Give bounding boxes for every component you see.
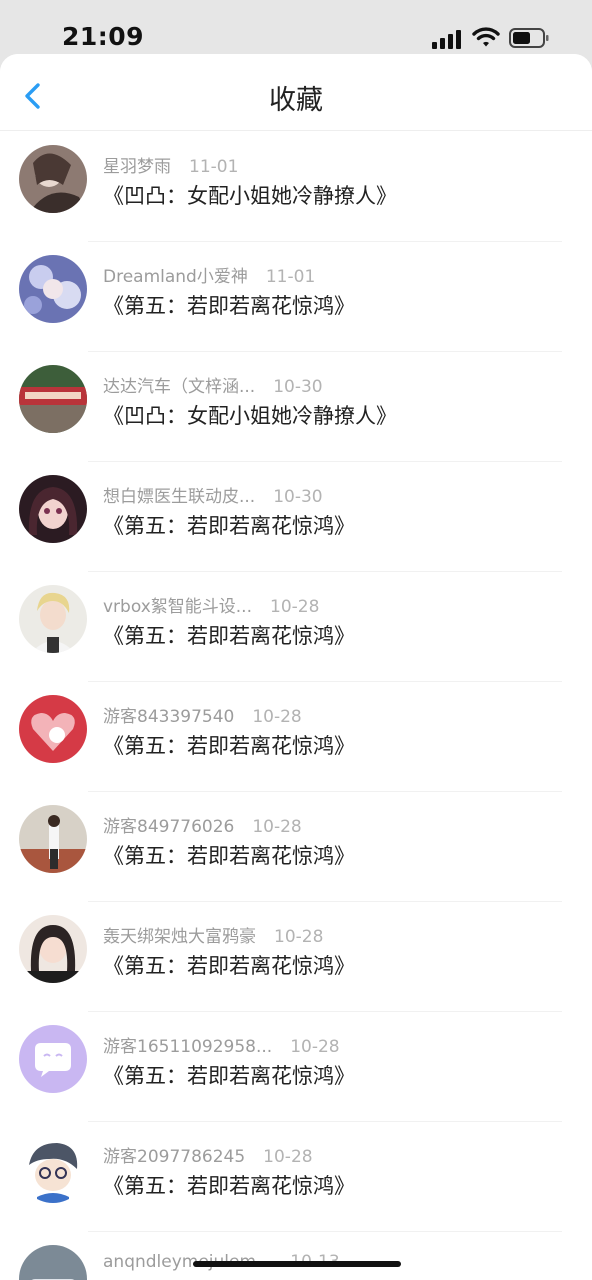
favorite-item[interactable]: anqndleymejulem...10-13 xyxy=(0,1232,592,1280)
username[interactable]: vrbox絮智能斗设... xyxy=(103,597,252,617)
username[interactable]: Dreamland小爱神 xyxy=(103,267,248,287)
home-indicator xyxy=(193,1261,401,1267)
favorite-date: 10-28 xyxy=(252,707,302,727)
avatar[interactable] xyxy=(19,805,87,873)
favorite-date: 10-30 xyxy=(273,487,323,507)
page-title: 收藏 xyxy=(269,85,323,116)
favorite-item[interactable]: 游客849776026 10-28 《第五：若即若离花惊鸿》 xyxy=(0,792,592,902)
favorite-meta: 轰天绑架烛大富鸦豪 10-28 xyxy=(103,922,323,947)
doll-avatar xyxy=(19,475,87,543)
anime-avatar xyxy=(19,255,87,323)
username[interactable]: 游客843397540 xyxy=(103,707,234,727)
avatar[interactable] xyxy=(19,475,87,543)
favorite-meta: 游客2097786245 10-28 xyxy=(103,1142,313,1167)
favorite-date: 10-28 xyxy=(270,597,320,617)
book-title[interactable]: 《第五：若即若离花惊鸿》 xyxy=(103,620,355,650)
battery-icon xyxy=(509,28,549,48)
favorite-date: 10-28 xyxy=(263,1147,313,1167)
favorites-list: 星羽梦雨 11-01 《凹凸：女配小姐她冷静撩人》 Dreamland小爱神 11-01… xyxy=(0,132,592,1280)
favorite-item[interactable]: Dreamland小爱神 11-01 《第五：若即若离花惊鸿》 xyxy=(0,242,592,352)
favorite-meta: 达达汽车（文梓涵... 10-30 xyxy=(103,372,323,397)
favorite-meta: 游客16511092958... 10-28 xyxy=(103,1032,340,1057)
username[interactable]: 游客2097786245 xyxy=(103,1147,245,1167)
favorite-meta: vrbox絮智能斗设... 10-28 xyxy=(103,592,319,617)
favorite-item[interactable]: 游客843397540 10-28 《第五：若即若离花惊鸿》 xyxy=(0,682,592,792)
username[interactable]: 轰天绑架烛大富鸦豪 xyxy=(103,927,256,947)
status-time: 21:09 xyxy=(62,22,145,51)
favorite-meta: 星羽梦雨 11-01 xyxy=(103,152,238,177)
favorite-meta: Dreamland小爱神 11-01 xyxy=(103,262,315,287)
book-title[interactable]: 《第五：若即若离花惊鸿》 xyxy=(103,950,355,980)
chat-bubble-avatar xyxy=(19,1025,87,1093)
street-avatar xyxy=(19,805,87,873)
favorite-item[interactable]: 达达汽车（文梓涵... 10-30 《凹凸：女配小姐她冷静撩人》 xyxy=(0,352,592,462)
avatar[interactable] xyxy=(19,255,87,323)
car-avatar xyxy=(19,1245,87,1280)
avatar[interactable] xyxy=(19,365,87,433)
favorite-date: 10-28 xyxy=(274,927,324,947)
favorite-item[interactable]: 游客16511092958... 10-28 《第五：若即若离花惊鸿》 xyxy=(0,1012,592,1122)
favorite-date: 11-01 xyxy=(265,267,316,287)
book-title[interactable]: 《第五：若即若离花惊鸿》 xyxy=(103,510,355,540)
username[interactable]: 想白嫖医生联动皮... xyxy=(103,487,255,507)
favorite-item[interactable]: vrbox絮智能斗设... 10-28 《第五：若即若离花惊鸿》 xyxy=(0,572,592,682)
favorite-item[interactable]: 轰天绑架烛大富鸦豪 10-28 《第五：若即若离花惊鸿》 xyxy=(0,902,592,1012)
avatar[interactable] xyxy=(19,585,87,653)
shop-sign-avatar xyxy=(19,365,87,433)
book-title[interactable]: 《第五：若即若离花惊鸿》 xyxy=(103,1060,355,1090)
favorite-item[interactable]: 想白嫖医生联动皮... 10-30 《第五：若即若离花惊鸿》 xyxy=(0,462,592,572)
book-title[interactable]: 《凹凸：女配小姐她冷静撩人》 xyxy=(103,400,397,430)
favorite-date: 10-28 xyxy=(252,817,302,837)
cellular-signal-icon xyxy=(432,29,464,49)
favorite-date: 10-28 xyxy=(290,1037,340,1057)
portrait-avatar xyxy=(19,145,87,213)
username[interactable]: 游客16511092958... xyxy=(103,1037,272,1057)
book-title[interactable]: 《凹凸：女配小姐她冷静撩人》 xyxy=(103,180,397,210)
avatar[interactable] xyxy=(19,1245,87,1280)
blonde-avatar xyxy=(19,585,87,653)
book-title[interactable]: 《第五：若即若离花惊鸿》 xyxy=(103,1170,355,1200)
username[interactable]: 游客849776026 xyxy=(103,817,234,837)
avatar[interactable] xyxy=(19,1135,87,1203)
username[interactable]: 达达汽车（文梓涵... xyxy=(103,377,255,397)
favorite-date: 11-01 xyxy=(189,157,239,177)
favorite-meta: 游客843397540 10-28 xyxy=(103,702,302,727)
wifi-icon xyxy=(472,27,500,47)
favorites-screen: 收藏 星羽梦雨 11-01 《凹凸：女配小姐她冷静撩人》 Dreamland小爱神 11… xyxy=(0,54,592,1280)
navigation-bar: 收藏 xyxy=(0,54,592,131)
book-title[interactable]: 《第五：若即若离花惊鸿》 xyxy=(103,840,355,870)
avatar[interactable] xyxy=(19,695,87,763)
favorite-meta: 想白嫖医生联动皮... 10-30 xyxy=(103,482,323,507)
username[interactable]: 星羽梦雨 xyxy=(103,157,171,177)
avatar[interactable] xyxy=(19,145,87,213)
favorite-date: 10-30 xyxy=(273,377,323,397)
avatar[interactable] xyxy=(19,915,87,983)
red-heart-avatar xyxy=(19,695,87,763)
book-title[interactable]: 《第五：若即若离花惊鸿》 xyxy=(103,290,355,320)
girl-avatar xyxy=(19,915,87,983)
favorite-item[interactable]: 星羽梦雨 11-01 《凹凸：女配小姐她冷静撩人》 xyxy=(0,132,592,242)
book-title[interactable]: 《第五：若即若离花惊鸿》 xyxy=(103,730,355,760)
favorite-meta: 游客849776026 10-28 xyxy=(103,812,302,837)
favorite-item[interactable]: 游客2097786245 10-28 《第五：若即若离花惊鸿》 xyxy=(0,1122,592,1232)
cartoon-boy-avatar xyxy=(19,1135,87,1203)
status-bar: 21:09 xyxy=(0,0,592,56)
avatar[interactable] xyxy=(19,1025,87,1093)
